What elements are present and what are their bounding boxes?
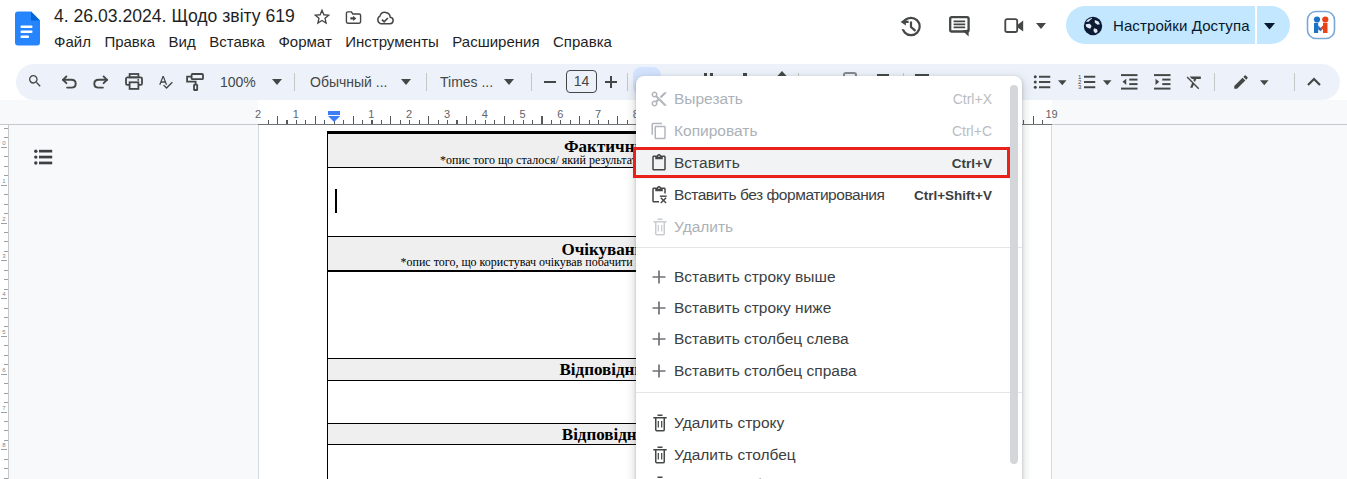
svg-text:3: 3 [1078,84,1082,90]
